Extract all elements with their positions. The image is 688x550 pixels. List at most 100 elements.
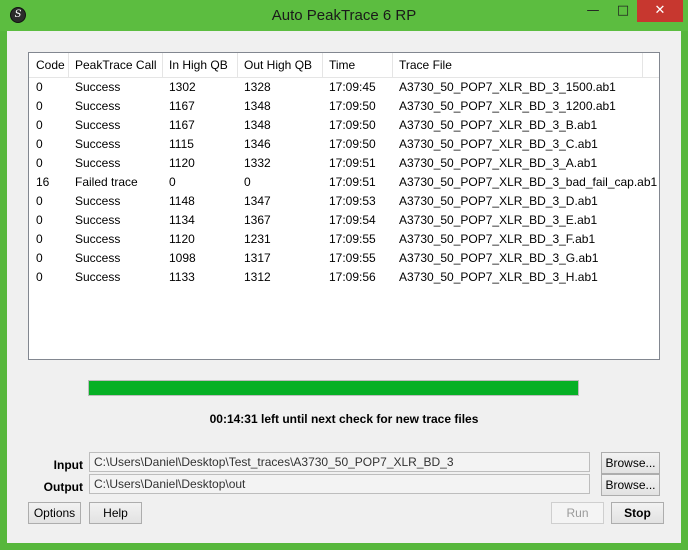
cell-in-high-qb: 1133 <box>169 270 195 284</box>
options-button[interactable]: Options <box>28 502 81 524</box>
output-browse-button[interactable]: Browse... <box>601 474 660 496</box>
cell-in-high-qb: 1115 <box>169 137 194 151</box>
cell-code: 0 <box>36 213 43 227</box>
cell-peaktrace-call: Success <box>75 99 121 113</box>
progress-bar <box>88 380 579 396</box>
table-row[interactable]: 0 Success 1098 1317 17:09:55 A3730_50_POP7_XL… <box>29 249 659 268</box>
cell-time: 17:09:54 <box>329 213 376 227</box>
cell-trace-file: A3730_50_POP7_XLR_BD_3_C.ab1 <box>399 137 598 151</box>
table-row[interactable]: 0 Success 1302 1328 17:09:45 A3730_50_POP7_XL… <box>29 78 659 97</box>
cell-out-high-qb: 1317 <box>244 251 271 265</box>
cell-out-high-qb: 1231 <box>244 232 271 246</box>
cell-peaktrace-call: Success <box>75 80 121 94</box>
progress-fill <box>89 381 578 395</box>
cell-time: 17:09:56 <box>329 270 376 284</box>
cell-peaktrace-call: Success <box>75 232 121 246</box>
cell-peaktrace-call: Success <box>75 213 121 227</box>
app-window: S Auto PeakTrace 6 RP — □ ✕ Code PeakTra… <box>0 0 688 550</box>
table-row[interactable]: 0 Success 1167 1348 17:09:50 A3730_50_POP7_XL… <box>29 97 659 116</box>
cell-time: 17:09:50 <box>329 99 376 113</box>
cell-in-high-qb: 1167 <box>169 118 195 132</box>
cell-peaktrace-call: Success <box>75 194 121 208</box>
table-header: Code PeakTrace Call In High QB Out High … <box>29 53 659 78</box>
cell-peaktrace-call: Success <box>75 251 121 265</box>
cell-out-high-qb: 1332 <box>244 156 271 170</box>
input-browse-button[interactable]: Browse... <box>601 452 660 474</box>
cell-in-high-qb: 1148 <box>169 194 195 208</box>
input-path-field[interactable]: C:\Users\Daniel\Desktop\Test_traces\A373… <box>89 452 590 472</box>
table-row[interactable]: 0 Success 1134 1367 17:09:54 A3730_50_POP7_XL… <box>29 211 659 230</box>
cell-out-high-qb: 1328 <box>244 80 271 94</box>
status-text: 00:14:31 left until next check for new t… <box>209 412 479 426</box>
column-header-peaktrace-call[interactable]: PeakTrace Call <box>69 53 163 77</box>
cell-out-high-qb: 1312 <box>244 270 271 284</box>
cell-code: 16 <box>36 175 50 189</box>
cell-trace-file: A3730_50_POP7_XLR_BD_3_G.ab1 <box>399 251 599 265</box>
cell-time: 17:09:50 <box>329 118 376 132</box>
cell-trace-file: A3730_50_POP7_XLR_BD_3_B.ab1 <box>399 118 598 132</box>
cell-in-high-qb: 1098 <box>169 251 196 265</box>
column-header-out-high-qb[interactable]: Out High QB <box>238 53 323 77</box>
close-button[interactable]: ✕ <box>637 0 683 22</box>
cell-out-high-qb: 1347 <box>244 194 271 208</box>
cell-out-high-qb: 0 <box>244 175 251 189</box>
help-button[interactable]: Help <box>89 502 142 524</box>
cell-code: 0 <box>36 270 43 284</box>
cell-trace-file: A3730_50_POP7_XLR_BD_3_A.ab1 <box>399 156 598 170</box>
table-row[interactable]: 0 Success 1148 1347 17:09:53 A3730_50_POP7_XL… <box>29 192 659 211</box>
cell-time: 17:09:53 <box>329 194 376 208</box>
cell-peaktrace-call: Success <box>75 118 121 132</box>
cell-trace-file: A3730_50_POP7_XLR_BD_3_F.ab1 <box>399 232 596 246</box>
table-row[interactable]: 0 Success 1167 1348 17:09:50 A3730_50_POP7_XL… <box>29 116 659 135</box>
cell-trace-file: A3730_50_POP7_XLR_BD_3_D.ab1 <box>399 194 598 208</box>
column-header-in-high-qb[interactable]: In High QB <box>163 53 238 77</box>
table-row[interactable]: 0 Success 1120 1231 17:09:55 A3730_50_POP7_XL… <box>29 230 659 249</box>
cell-trace-file: A3730_50_POP7_XLR_BD_3_1200.ab1 <box>399 99 616 113</box>
cell-peaktrace-call: Success <box>75 270 121 284</box>
run-button[interactable]: Run <box>551 502 604 524</box>
table-row[interactable]: 16 Failed trace 0 0 17:09:51 A3730_50_POP7_XL… <box>29 173 659 192</box>
column-header-time[interactable]: Time <box>323 53 393 77</box>
output-path-field[interactable]: C:\Users\Daniel\Desktop\out <box>89 474 590 494</box>
table-row[interactable]: 0 Success 1115 1346 17:09:50 A3730_50_POP7_XL… <box>29 135 659 154</box>
table-row[interactable]: 0 Success 1120 1332 17:09:51 A3730_50_POP7_XL… <box>29 154 659 173</box>
cell-out-high-qb: 1348 <box>244 118 271 132</box>
cell-code: 0 <box>36 118 43 132</box>
table-row[interactable]: 0 Success 1133 1312 17:09:56 A3730_50_POP7_XL… <box>29 268 659 287</box>
cell-time: 17:09:50 <box>329 137 376 151</box>
cell-out-high-qb: 1348 <box>244 99 271 113</box>
cell-time: 17:09:55 <box>329 232 376 246</box>
maximize-button[interactable]: □ <box>609 0 637 22</box>
cell-in-high-qb: 0 <box>169 175 176 189</box>
input-label: Input <box>53 458 83 472</box>
cell-code: 0 <box>36 99 43 113</box>
column-header-trace-file[interactable]: Trace File <box>393 53 643 77</box>
cell-trace-file: A3730_50_POP7_XLR_BD_3_bad_fail_cap.ab1 <box>399 175 658 189</box>
cell-trace-file: A3730_50_POP7_XLR_BD_3_H.ab1 <box>399 270 598 284</box>
column-header-code[interactable]: Code <box>30 53 69 77</box>
cell-code: 0 <box>36 80 43 94</box>
cell-code: 0 <box>36 156 43 170</box>
cell-time: 17:09:51 <box>329 175 376 189</box>
cell-code: 0 <box>36 194 43 208</box>
cell-in-high-qb: 1167 <box>169 99 195 113</box>
cell-peaktrace-call: Success <box>75 156 121 170</box>
output-label: Output <box>43 480 83 494</box>
cell-peaktrace-call: Failed trace <box>75 175 138 189</box>
cell-time: 17:09:55 <box>329 251 376 265</box>
title-bar[interactable]: S Auto PeakTrace 6 RP — □ ✕ <box>0 0 688 31</box>
cell-in-high-qb: 1120 <box>169 156 195 170</box>
results-table[interactable]: Code PeakTrace Call In High QB Out High … <box>28 52 660 360</box>
stop-button[interactable]: Stop <box>611 502 664 524</box>
cell-out-high-qb: 1367 <box>244 213 271 227</box>
cell-code: 0 <box>36 137 43 151</box>
client-area: Code PeakTrace Call In High QB Out High … <box>7 31 681 543</box>
cell-time: 17:09:51 <box>329 156 376 170</box>
cell-trace-file: A3730_50_POP7_XLR_BD_3_E.ab1 <box>399 213 598 227</box>
cell-code: 0 <box>36 232 43 246</box>
cell-code: 0 <box>36 251 43 265</box>
minimize-button[interactable]: — <box>577 0 609 22</box>
cell-in-high-qb: 1302 <box>169 80 196 94</box>
cell-in-high-qb: 1120 <box>169 232 195 246</box>
cell-in-high-qb: 1134 <box>169 213 195 227</box>
